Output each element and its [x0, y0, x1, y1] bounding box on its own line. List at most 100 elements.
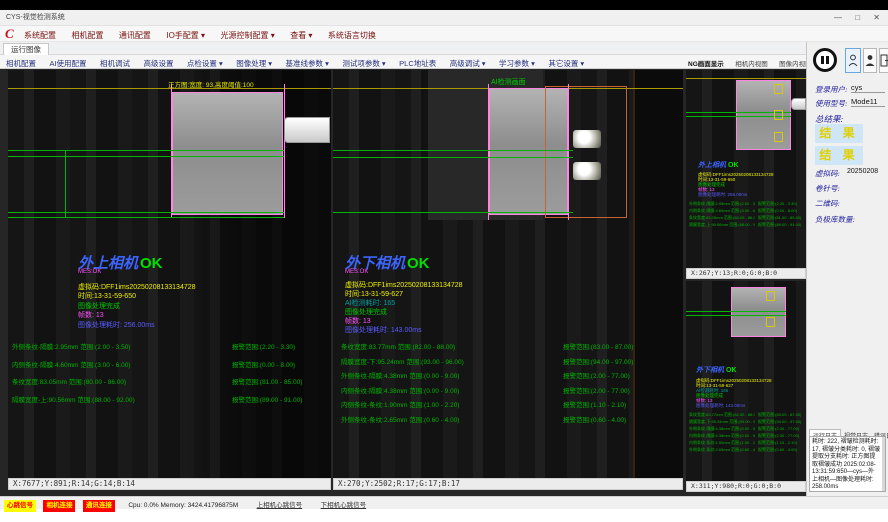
model-label: 使用型号:	[815, 98, 848, 109]
tool-other-settings[interactable]: 其它设置 ▾	[548, 59, 584, 68]
mini-tab-camera-view[interactable]: 相机内视图	[735, 61, 768, 68]
minimize-button[interactable]: —	[834, 13, 842, 22]
user-icon	[848, 54, 858, 67]
menu-camera-config[interactable]: 相机配置	[71, 31, 103, 40]
heartbeat-status-badge: 心跳信号	[4, 500, 36, 512]
tool-spot-check[interactable]: 点检设置 ▾	[187, 59, 223, 68]
mini1-pixel-coordinates: X:267;Y:13;R:0;G:0;B:0	[686, 268, 806, 279]
status-bar: 心跳信号 相机连接 通讯连接 Cpu: 0.0% Memory: 3424.41…	[0, 496, 888, 509]
detect-box	[766, 291, 775, 301]
tool-plc-address[interactable]: PLC地址表	[399, 59, 436, 68]
log-scrollbar[interactable]	[882, 437, 885, 491]
tool-test-params[interactable]: 测试项参数 ▾	[342, 59, 385, 68]
film-edge-line-right	[568, 84, 569, 220]
login-user-label: 登录用户:	[815, 84, 848, 95]
dark-right-region	[633, 70, 683, 478]
left-frame-count: 帧数: 13	[78, 310, 104, 320]
anode-count-label: 负极库数量:	[815, 214, 855, 225]
logout-button[interactable]	[879, 48, 888, 73]
tool-image-processing[interactable]: 图像处理 ▾	[236, 59, 272, 68]
tool-learning-params[interactable]: 学习参数 ▾	[499, 59, 535, 68]
tab-run-image[interactable]: 运行图像	[3, 43, 49, 55]
lower-camera-heartbeat: 下相机心跳信号	[321, 502, 367, 509]
toolbar: 相机配置 AI使用配置 相机调试 高级设置 点检设置 ▾ 图像处理 ▾ 基准线参…	[0, 55, 806, 69]
camera-connection-badge: 相机连接	[43, 500, 75, 512]
left-overlay-label: 正方图:宽度: 93,高度阈值:100	[168, 79, 254, 89]
window-controls: — □ ✕	[823, 10, 880, 26]
tool-baseline-params[interactable]: 基准线参数 ▾	[286, 59, 329, 68]
measure-line	[8, 217, 284, 218]
comm-connection-badge: 通讯连接	[83, 500, 115, 512]
window-titlebar: CYS-视觉检测系统 — □ ✕	[0, 10, 888, 26]
measure-line	[333, 150, 573, 151]
model-value[interactable]: Mode11	[851, 97, 885, 107]
qrcode-label: 二维码:	[815, 198, 840, 209]
pause-button[interactable]	[813, 48, 837, 72]
measure-line	[8, 156, 284, 157]
tab-connector-part	[791, 98, 806, 110]
measure-line	[333, 157, 573, 158]
tab-row: 运行图像	[0, 42, 806, 55]
left-pixel-coordinates: X:7677;Y:891;R:14;G:14;B:14	[8, 478, 331, 490]
log-output[interactable]: 耗时: 222, 褶皱检测耗时: 17, 褶皱分类耗时: 0, 褶皱提取分支耗时…	[809, 436, 886, 492]
film-edge-line-right	[284, 84, 285, 218]
left-process-time: 图像处理耗时: 256.00ms	[78, 320, 155, 330]
main-area: 正方图:宽度: 93,高度阈值:100 外上相机OK MES:OK 虚拟码:DF…	[0, 69, 806, 496]
menu-bar: C 系统配置 相机配置 通讯配置 IO手配置 ▾ 光源控制配置 ▾ 查看 ▾ 系…	[0, 26, 888, 42]
admin-user-icon	[865, 54, 875, 67]
detect-box	[774, 110, 783, 120]
tool-advanced-settings[interactable]: 高级设置	[143, 59, 173, 68]
tab-connector-part	[284, 117, 330, 143]
menu-view[interactable]: 查看 ▾	[290, 31, 312, 40]
app-logo-icon: C	[5, 26, 14, 42]
middle-mes-note: MES:OK	[345, 269, 368, 275]
measure-line	[8, 150, 284, 151]
tool-advanced-debug[interactable]: 高级调试 ▾	[450, 59, 486, 68]
mini-tab-ng-display[interactable]: NG画面显示	[688, 61, 724, 68]
mini2-pixel-coordinates: X:311;Y:980;R:0;G:0;B:0	[686, 481, 806, 492]
top-black-strip	[0, 0, 888, 10]
login-user-button[interactable]	[845, 48, 861, 73]
mini-view-tabs: NG画面显示 相机内视图 图像内视图	[688, 55, 819, 69]
menu-system-config[interactable]: 系统配置	[24, 31, 56, 40]
window-title: CYS-视觉检测系统	[6, 10, 65, 26]
detect-box	[766, 317, 775, 327]
detect-box	[774, 132, 783, 142]
menu-light-config[interactable]: 光源控制配置 ▾	[221, 31, 275, 40]
tool-ai-config[interactable]: AI使用配置	[49, 59, 86, 68]
measure-vline	[65, 150, 66, 217]
measure-line	[333, 212, 573, 213]
menu-io-config[interactable]: IO手配置 ▾	[166, 31, 205, 40]
menu-comm-config[interactable]: 通讯配置	[119, 31, 151, 40]
upper-camera-heartbeat: 上相机心跳信号	[257, 502, 303, 509]
barcode-value: 20250208	[847, 168, 878, 175]
menu-language-switch[interactable]: 系统语言切换	[328, 31, 376, 40]
measure-line	[8, 212, 284, 213]
left-ok-status: OK	[140, 255, 163, 272]
separator-film-region	[172, 92, 283, 215]
film-edge-line-left	[488, 84, 489, 220]
bright-clip-spot	[573, 130, 601, 148]
admin-user-button[interactable]	[863, 48, 877, 73]
film-edge-line-left	[171, 84, 172, 218]
close-button[interactable]: ✕	[873, 13, 880, 22]
separator-film-region	[731, 287, 786, 337]
maximize-button[interactable]: □	[855, 13, 860, 22]
ai-roi-rect	[545, 86, 627, 218]
result-badge-2: 结 果	[815, 146, 863, 165]
ng-mini-image-1[interactable]: 外上相机OK 虚拟码:DFF1ims20250208133134728 时间:1…	[686, 70, 806, 268]
middle-pixel-coordinates: X:270;Y:2502;R:17;G:17;B:17	[333, 478, 683, 490]
ng-mini-image-2[interactable]: 外下相机OK 虚拟码:DFF1ims20250208133134728 时间:1…	[686, 281, 806, 481]
middle-camera-image[interactable]: AI检测画面 外下相机OK MES:OK 虚拟码:DFF1ims20250208…	[333, 70, 683, 478]
tool-camera-debug[interactable]: 相机调试	[100, 59, 130, 68]
middle-process-time: 图像处理耗时: 143.00ms	[345, 325, 422, 335]
login-user-value[interactable]: cys	[851, 83, 885, 93]
logout-icon	[880, 54, 888, 67]
tool-camera-config[interactable]: 相机配置	[6, 59, 36, 68]
barcode-label: 虚拟码:	[815, 168, 840, 179]
left-camera-image[interactable]: 正方图:宽度: 93,高度阈值:100 外上相机OK MES:OK 虚拟码:DF…	[8, 70, 331, 478]
bright-clip-spot	[573, 162, 601, 180]
app-window: CYS-视觉检测系统 — □ ✕ C 系统配置 相机配置 通讯配置 IO手配置 …	[0, 0, 888, 522]
right-sidebar: 登录用户: cys 使用型号: Mode11 总结果: 结 果 结 果 虚拟码:…	[806, 42, 888, 496]
needle-label: 卷针号:	[815, 183, 840, 194]
